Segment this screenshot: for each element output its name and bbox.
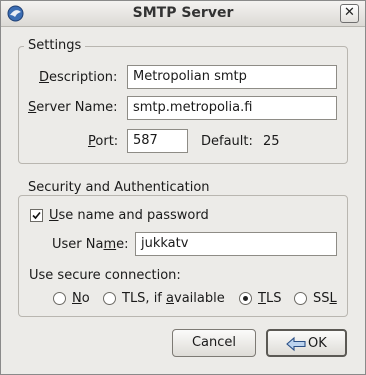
default-port-value: 25 (263, 134, 280, 149)
username-field[interactable]: jukkatv (135, 232, 337, 256)
radio-tls-label[interactable]: TLS (258, 291, 281, 306)
ok-arrow-icon (286, 336, 306, 352)
use-name-password-checkbox[interactable] (30, 209, 43, 222)
ok-button-label: OK (308, 336, 327, 351)
radio-no[interactable] (53, 292, 66, 305)
settings-legend: Settings (24, 38, 86, 53)
cancel-button[interactable]: Cancel (172, 329, 256, 357)
port-field[interactable]: 587 (127, 129, 188, 153)
security-legend: Security and Authentication (24, 180, 214, 195)
smtp-server-dialog: SMTP Server ✕ Settings Description: Metr… (0, 0, 366, 375)
username-label: User Name: (52, 237, 129, 252)
secure-connection-label: Use secure connection: (29, 268, 181, 283)
server-name-label: Server Name: (28, 100, 118, 115)
radio-ssl-label[interactable]: SSL (313, 291, 337, 306)
radio-tls-if-available[interactable] (103, 292, 116, 305)
close-icon[interactable]: ✕ (340, 4, 359, 23)
radio-tls-if-available-label[interactable]: TLS, if available (122, 291, 225, 306)
description-label: Description: (39, 70, 118, 85)
server-name-field[interactable]: smtp.metropolia.fi (127, 96, 337, 120)
ok-button[interactable]: OK (266, 329, 347, 357)
port-label: Port: (88, 134, 119, 149)
window-title: SMTP Server (132, 5, 234, 21)
use-name-password-label[interactable]: Use name and password (49, 208, 209, 223)
radio-ssl[interactable] (294, 292, 307, 305)
radio-no-label[interactable]: No (72, 291, 90, 306)
description-field[interactable]: Metropolian smtp (127, 65, 337, 89)
radio-tls[interactable] (239, 292, 252, 305)
default-port-label: Default: (201, 134, 253, 149)
checkmark-icon (32, 211, 41, 220)
title-bar: SMTP Server ✕ (1, 1, 365, 27)
